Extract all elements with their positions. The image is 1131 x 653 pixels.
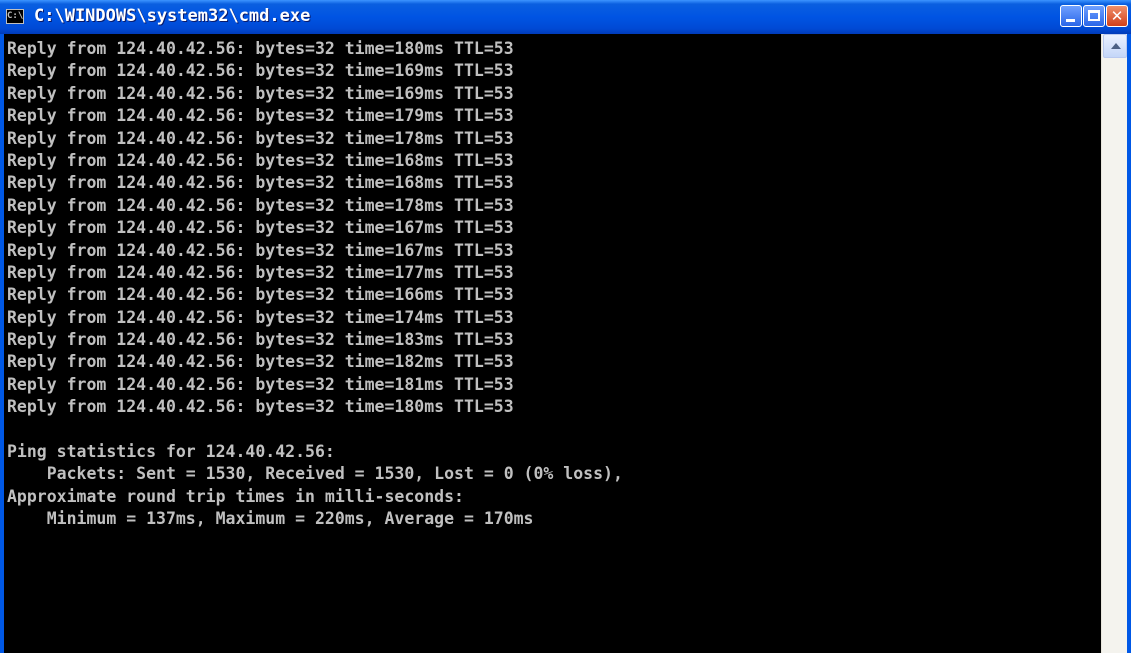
console-line: Reply from 124.40.42.56: bytes=32 time=1… — [7, 397, 514, 417]
console-line: Reply from 124.40.42.56: bytes=32 time=1… — [7, 374, 514, 394]
title-bar[interactable]: C:\ C:\WINDOWS\system32\cmd.exe ✕ — [0, 0, 1131, 34]
console-line: Reply from 124.40.42.56: bytes=32 time=1… — [7, 150, 514, 170]
console-line: Reply from 124.40.42.56: bytes=32 time=1… — [7, 218, 514, 238]
console-line: Reply from 124.40.42.56: bytes=32 time=1… — [7, 195, 514, 215]
console-line: Reply from 124.40.42.56: bytes=32 time=1… — [7, 352, 514, 372]
packets-summary: Packets: Sent = 1530, Received = 1530, L… — [7, 464, 623, 484]
maximize-icon — [1088, 10, 1100, 21]
console-line: Reply from 124.40.42.56: bytes=32 time=1… — [7, 262, 514, 282]
console-line: Reply from 124.40.42.56: bytes=32 time=1… — [7, 330, 514, 350]
maximize-button[interactable] — [1083, 5, 1105, 27]
console-output[interactable]: Reply from 124.40.42.56: bytes=32 time=1… — [4, 34, 1101, 653]
console-line: Reply from 124.40.42.56: bytes=32 time=1… — [7, 39, 514, 58]
cmd-window: C:\ C:\WINDOWS\system32\cmd.exe ✕ Reply … — [0, 0, 1131, 653]
console-line: Reply from 124.40.42.56: bytes=32 time=1… — [7, 307, 514, 327]
vertical-scrollbar[interactable] — [1101, 34, 1127, 653]
console-line: Reply from 124.40.42.56: bytes=32 time=1… — [7, 240, 514, 260]
console-line: Reply from 124.40.42.56: bytes=32 time=1… — [7, 61, 514, 81]
scroll-up-button[interactable] — [1103, 34, 1127, 58]
console-area: Reply from 124.40.42.56: bytes=32 time=1… — [4, 34, 1127, 653]
window-title: C:\WINDOWS\system32\cmd.exe — [34, 6, 311, 26]
minimize-icon — [1066, 19, 1075, 22]
minimize-button[interactable] — [1060, 5, 1082, 27]
console-line: Reply from 124.40.42.56: bytes=32 time=1… — [7, 106, 514, 126]
close-button[interactable]: ✕ — [1106, 5, 1128, 27]
cmd-icon[interactable]: C:\ — [6, 9, 24, 24]
close-icon: ✕ — [1110, 7, 1124, 25]
round-trip-summary: Minimum = 137ms, Maximum = 220ms, Averag… — [7, 509, 534, 529]
console-line: Reply from 124.40.42.56: bytes=32 time=1… — [7, 285, 514, 305]
round-trip-header: Approximate round trip times in milli-se… — [7, 486, 464, 506]
console-line: Reply from 124.40.42.56: bytes=32 time=1… — [7, 173, 514, 193]
ping-statistics-header: Ping statistics for 124.40.42.56: — [7, 442, 335, 462]
console-line: Reply from 124.40.42.56: bytes=32 time=1… — [7, 128, 514, 148]
arrow-up-icon — [1111, 43, 1121, 49]
console-line: Reply from 124.40.42.56: bytes=32 time=1… — [7, 83, 514, 103]
